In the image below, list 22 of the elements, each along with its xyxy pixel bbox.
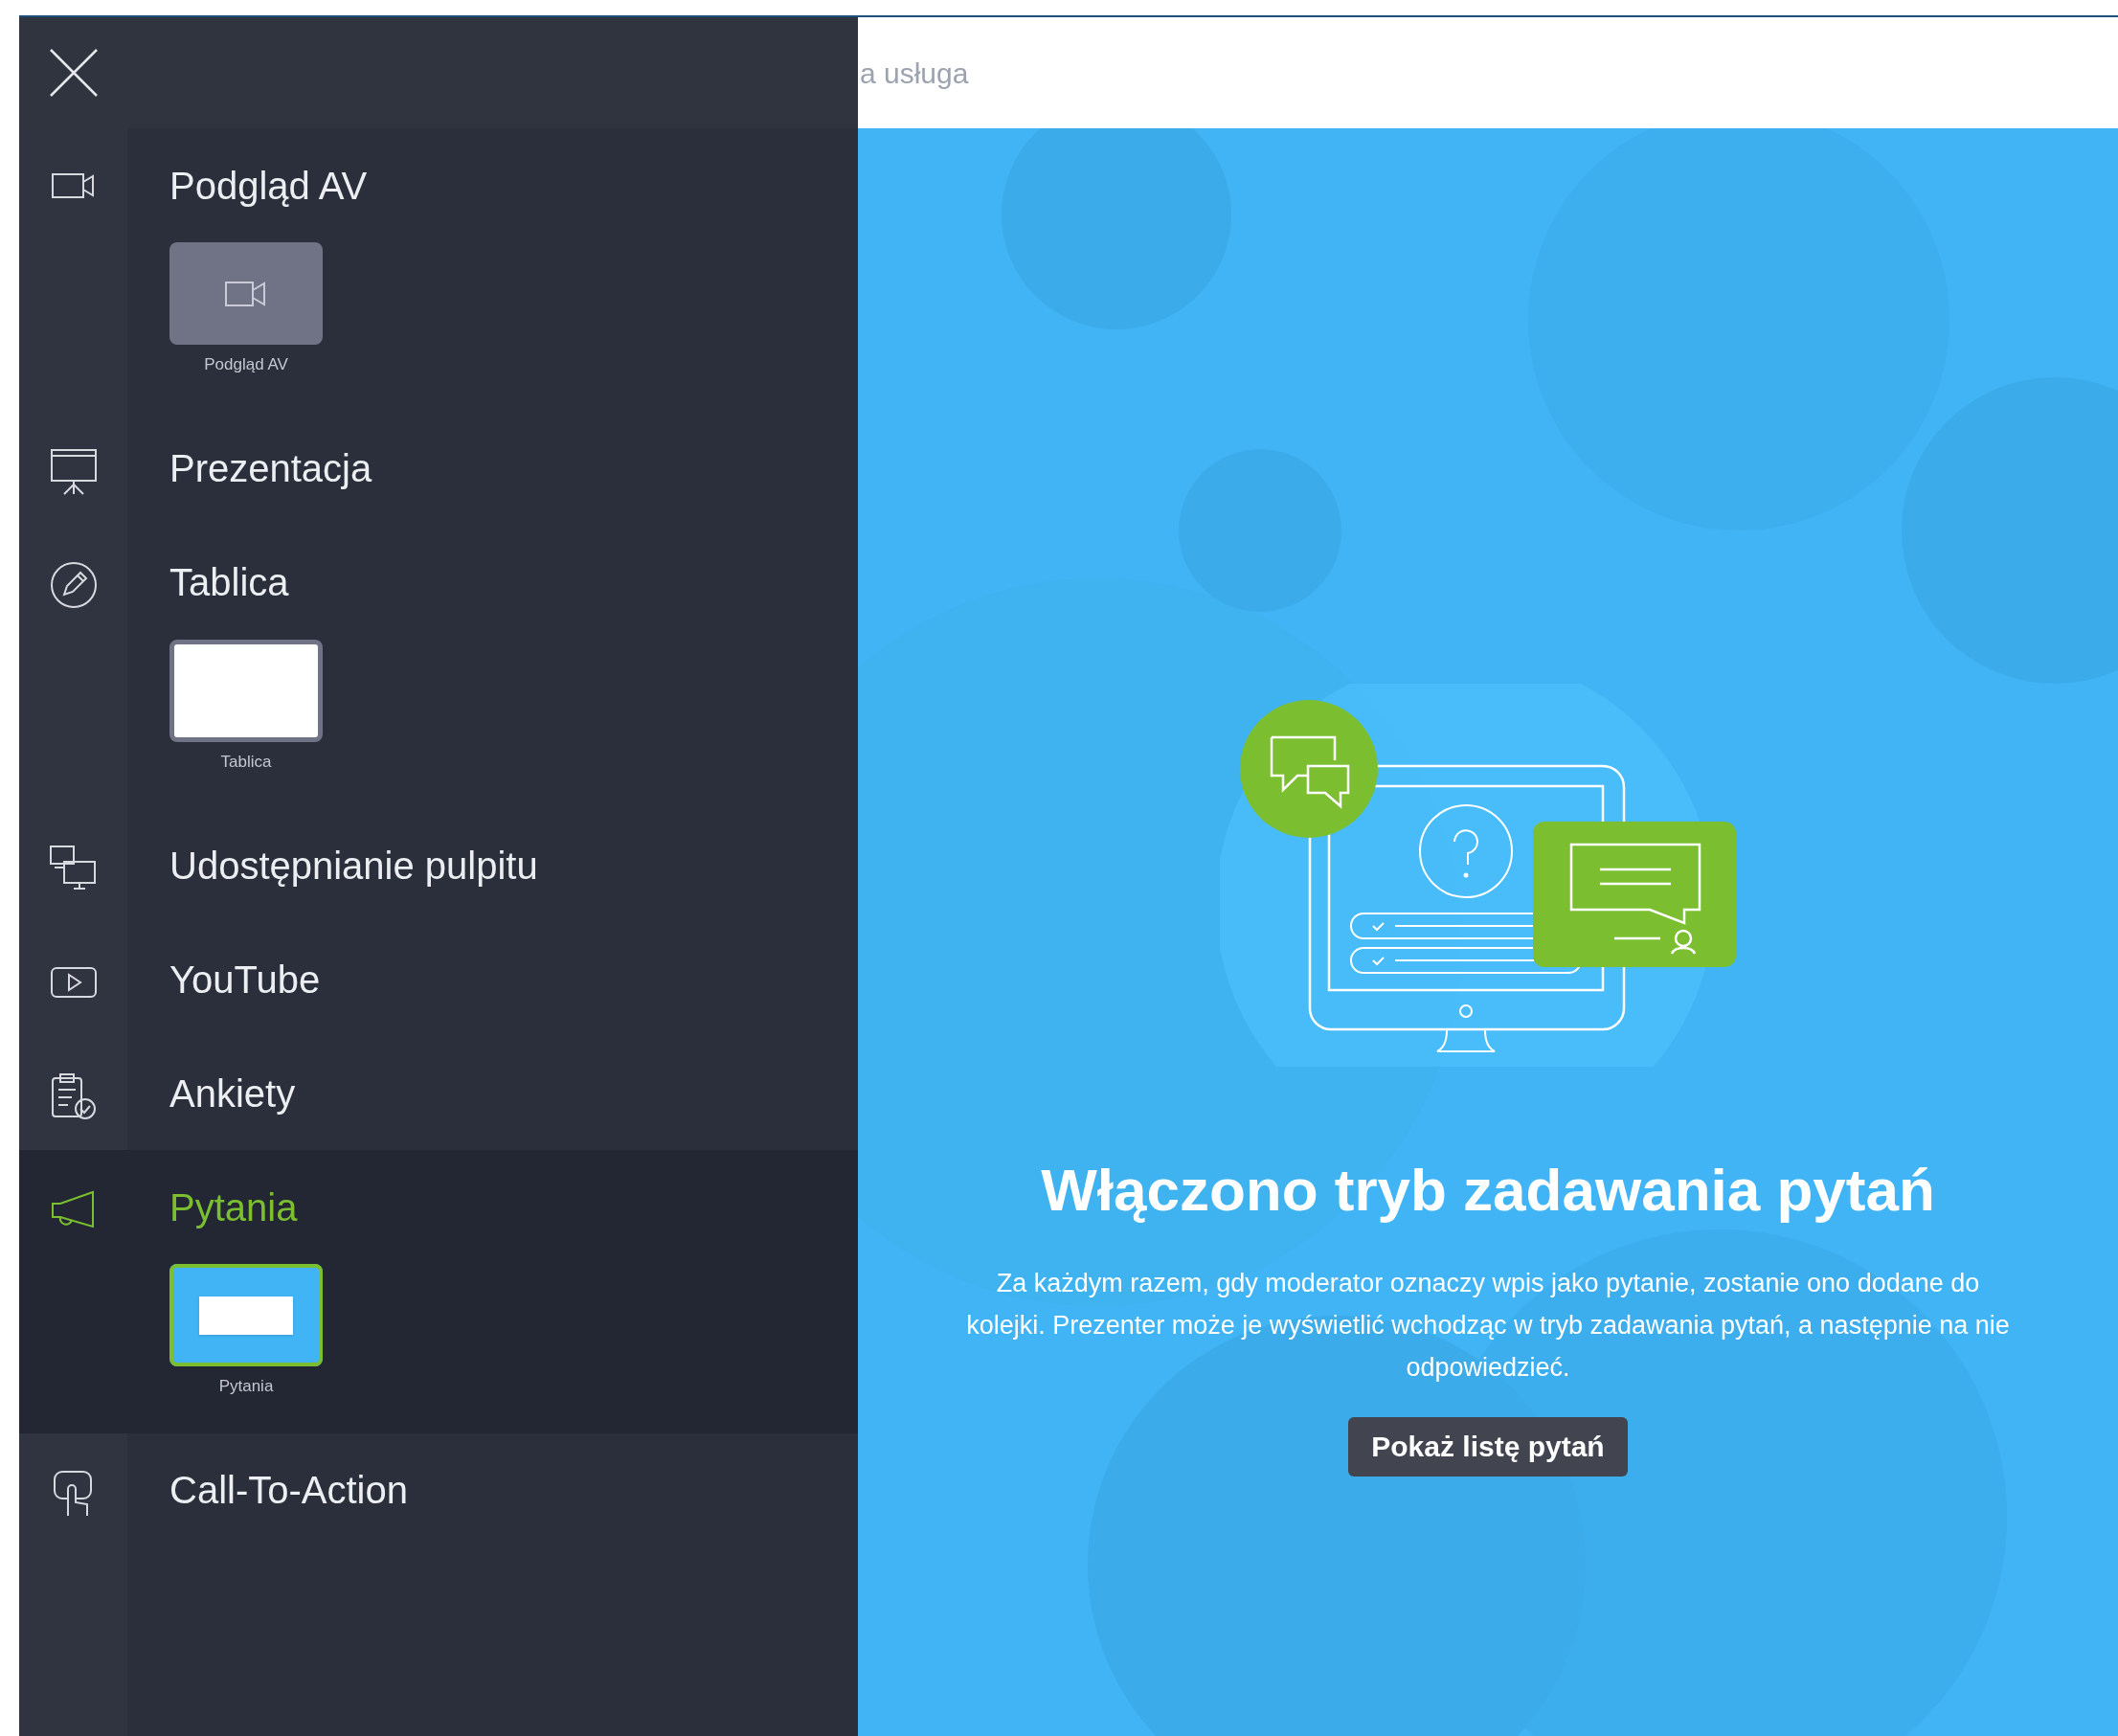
meeting-title: a usługa (859, 56, 969, 91)
sidebar-item[interactable]: Call-To-Action (169, 1432, 858, 1547)
questions-mode-description: Za każdym razem, gdy moderator oznaczy wpis jako pytanie, zostanie ono dodane do kolejki. Prezenter może je wyświetlić wchodząc w tryb zadawania pytań, a następnie na nie odpowiedzieć. (965, 1267, 2011, 1384)
sidebar-item[interactable]: Udostępnianie pulpitu (169, 808, 858, 922)
thumbnail-label: Tablica (220, 751, 272, 773)
show-questions-button[interactable]: Pokaż listę pytań (1348, 1416, 1628, 1477)
sidebar-item[interactable]: Podgląd AV (169, 128, 858, 242)
sidebar-item[interactable]: Ankiety (169, 1036, 858, 1150)
sidebar-item[interactable]: Pytania (169, 1150, 858, 1264)
camera-thumbnail[interactable] (169, 242, 323, 345)
thumbnail-label: Pytania (218, 1376, 274, 1397)
pencil-icon (48, 559, 99, 610)
camera-icon (224, 279, 268, 308)
thumbnail-label: Podgląd AV (204, 354, 288, 375)
sidebar-item[interactable]: YouTube (169, 922, 858, 1036)
sidebar-item[interactable]: Tablica (169, 525, 858, 640)
questions-mode-heading: Włączono tryb zadawania pytań (1041, 1156, 1935, 1225)
whiteboard-thumbnail[interactable] (169, 639, 323, 742)
questions-thumbnail[interactable] (169, 1264, 323, 1366)
sidebar-item[interactable]: Prezentacja (169, 411, 858, 526)
close-icon (48, 48, 99, 98)
screens-icon (48, 843, 99, 892)
